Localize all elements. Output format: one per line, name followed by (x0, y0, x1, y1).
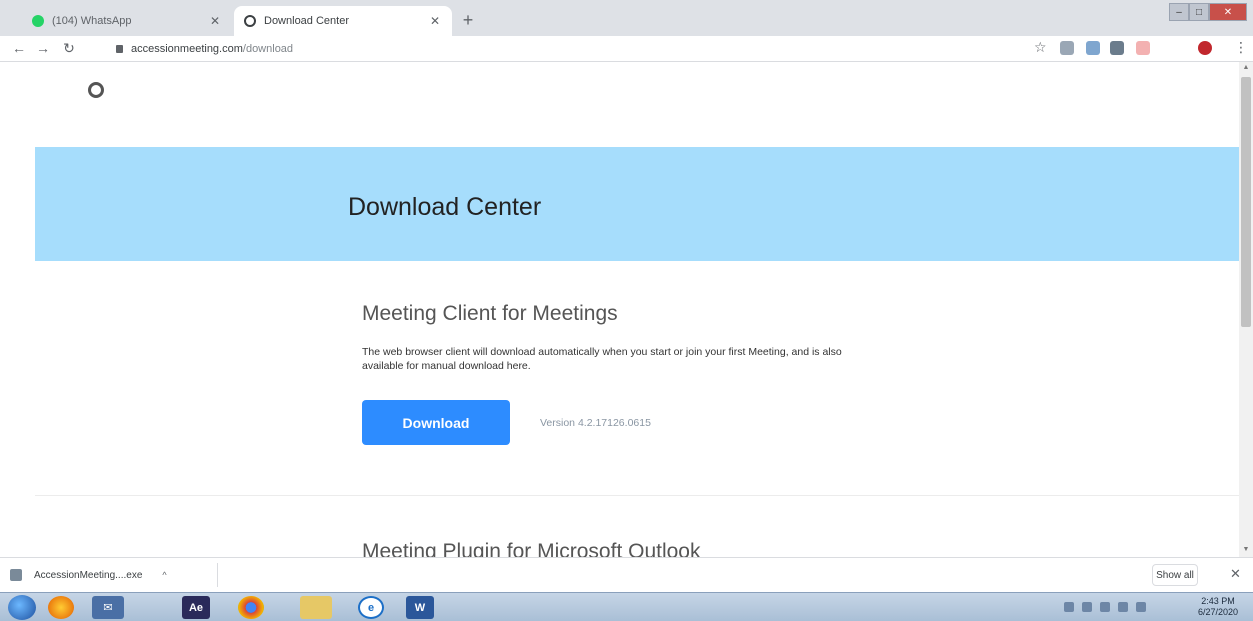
close-shelf-icon[interactable]: ✕ (1230, 566, 1241, 582)
url-host: accessionmeeting.com (131, 43, 243, 55)
section-title-meeting-client: Meeting Client for Meetings (362, 302, 618, 325)
start-button[interactable] (8, 595, 36, 620)
section-description: The web browser client will download aut… (362, 346, 842, 372)
clock[interactable]: 2:43 PM 6/27/2020 (1186, 596, 1250, 618)
url-path: /download (242, 43, 294, 55)
firefox-icon[interactable] (48, 596, 74, 619)
browser-menu-icon[interactable]: ⋮ (1234, 39, 1248, 56)
download-button[interactable]: Download (362, 400, 510, 445)
profile-avatar[interactable] (1198, 41, 1212, 55)
reload-icon[interactable]: ↻ (60, 40, 78, 57)
tab-title: Download Center (264, 15, 349, 27)
download-shelf: AccessionMeeting....exe ^ Show all ✕ (0, 557, 1253, 592)
tab-whatsapp[interactable]: (104) WhatsApp ✕ (22, 6, 232, 36)
after-effects-icon[interactable]: Ae (182, 596, 210, 619)
page-title: Download Center (348, 193, 542, 221)
internet-explorer-icon[interactable]: e (358, 596, 384, 619)
extension-icon[interactable] (1086, 41, 1100, 55)
site-favicon-icon (244, 15, 256, 27)
network-icon[interactable] (1082, 602, 1092, 612)
scroll-down-arrow[interactable]: ▼ (1241, 546, 1251, 553)
window-controls: ‒ □ ✕ (1169, 3, 1247, 21)
system-tray (1064, 597, 1184, 617)
tab-title: (104) WhatsApp (52, 15, 132, 27)
pdf-extension-icon[interactable] (1136, 41, 1150, 55)
web-page: Download Center Meeting Client for Meeti… (0, 62, 1253, 557)
forward-icon[interactable]: → (34, 40, 52, 56)
back-icon[interactable]: ← (10, 40, 28, 56)
section-divider (35, 495, 1240, 496)
windows-taskbar: ✉ Ae e W 2:43 PM 6/27/2020 (0, 592, 1253, 621)
folder-icon[interactable] (300, 596, 332, 619)
shield-extension-icon[interactable] (1060, 41, 1074, 55)
chrome-icon[interactable] (238, 596, 264, 619)
browser-toolbar: ← → ↻ accessionmeeting.com/download ☆ ⋮ (0, 36, 1253, 62)
scroll-up-arrow[interactable]: ▲ (1241, 64, 1251, 71)
new-tab-button[interactable]: + (458, 10, 478, 31)
close-window-button[interactable]: ✕ (1209, 3, 1247, 21)
clock-date: 6/27/2020 (1197, 607, 1239, 617)
clock-time: 2:43 PM (1201, 596, 1235, 606)
site-logo-icon[interactable] (88, 82, 104, 98)
volume-icon[interactable] (1100, 602, 1110, 612)
chevron-up-icon[interactable]: ^ (162, 570, 166, 580)
page-banner: Download Center (35, 147, 1240, 261)
address-bar[interactable]: accessionmeeting.com/download (116, 40, 1036, 58)
tray-icon[interactable] (1136, 602, 1146, 612)
file-icon (10, 569, 22, 581)
outlook-icon[interactable]: ✉ (92, 596, 124, 619)
tab-strip: (104) WhatsApp ✕ Download Center ✕ + ‒ □… (0, 0, 1253, 36)
maximize-button[interactable]: □ (1189, 3, 1209, 21)
minimize-button[interactable]: ‒ (1169, 3, 1189, 21)
scrollbar-thumb[interactable] (1241, 77, 1251, 327)
tray-icon[interactable] (1118, 602, 1128, 612)
close-tab-icon[interactable]: ✕ (208, 14, 222, 28)
whatsapp-icon (32, 15, 44, 27)
tab-download-center[interactable]: Download Center ✕ (234, 6, 452, 36)
extension-icon[interactable] (1110, 41, 1124, 55)
close-tab-icon[interactable]: ✕ (428, 14, 442, 28)
section-title-outlook-plugin: Meeting Plugin for Microsoft Outlook (362, 540, 701, 557)
show-all-button[interactable]: Show all (1152, 564, 1198, 586)
lock-icon (116, 45, 123, 53)
word-icon[interactable]: W (406, 596, 434, 619)
tray-icon[interactable] (1064, 602, 1074, 612)
version-label: Version 4.2.17126.0615 (540, 417, 651, 429)
bookmark-star-icon[interactable]: ☆ (1034, 39, 1047, 56)
download-item[interactable]: AccessionMeeting....exe ^ (10, 563, 218, 587)
download-file-name: AccessionMeeting....exe (34, 569, 143, 581)
